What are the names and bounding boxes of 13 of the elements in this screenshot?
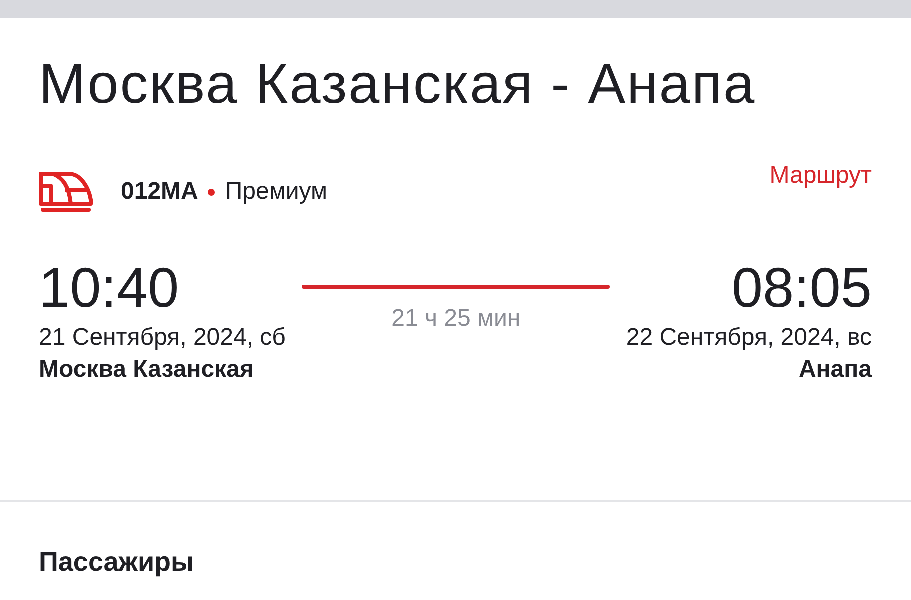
- duration: 21 ч 25 мин: [392, 304, 521, 334]
- arrival-date: 22 Сентября, 2024, вс: [626, 323, 872, 353]
- route-link[interactable]: Маршрут: [770, 158, 872, 194]
- train-class: Премиум: [225, 177, 328, 207]
- route-title: Москва Казанская - Анапа: [39, 52, 758, 116]
- departure-station: Москва Казанская: [39, 355, 255, 385]
- departure-time: 10:40: [39, 258, 180, 318]
- passengers-heading: Пассажиры: [38, 546, 196, 579]
- arrival-time: 08:05: [732, 258, 872, 318]
- arrival-station: Анапа: [798, 355, 872, 385]
- departure-date: 21 Сентября, 2024, сб: [39, 323, 286, 353]
- train-icon: [39, 170, 93, 214]
- train-number: 012МА: [121, 177, 198, 207]
